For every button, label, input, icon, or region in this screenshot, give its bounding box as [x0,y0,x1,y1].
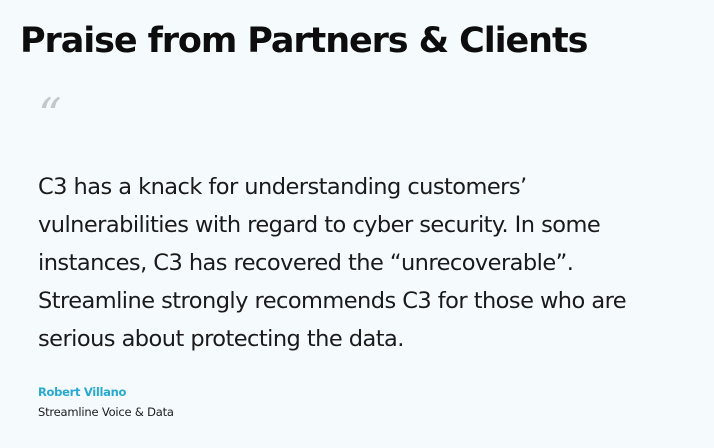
section-heading: Praise from Partners & Clients [20,21,588,61]
quote-line: instances, C3 has recovered the “unrecov… [38,250,574,276]
testimonial-quote: C3 has a knack for understanding custome… [38,168,708,358]
quote-line: serious about protecting the data. [38,326,404,352]
author-name: Robert Villano [38,385,127,399]
quote-line: Streamline strongly recommends C3 for th… [38,288,627,314]
quote-line: vulnerabilities with regard to cyber sec… [38,212,601,238]
quote-line: C3 has a knack for understanding custome… [38,174,527,200]
author-company: Streamline Voice & Data [38,405,174,419]
quote-mark-icon: “ [38,88,62,142]
